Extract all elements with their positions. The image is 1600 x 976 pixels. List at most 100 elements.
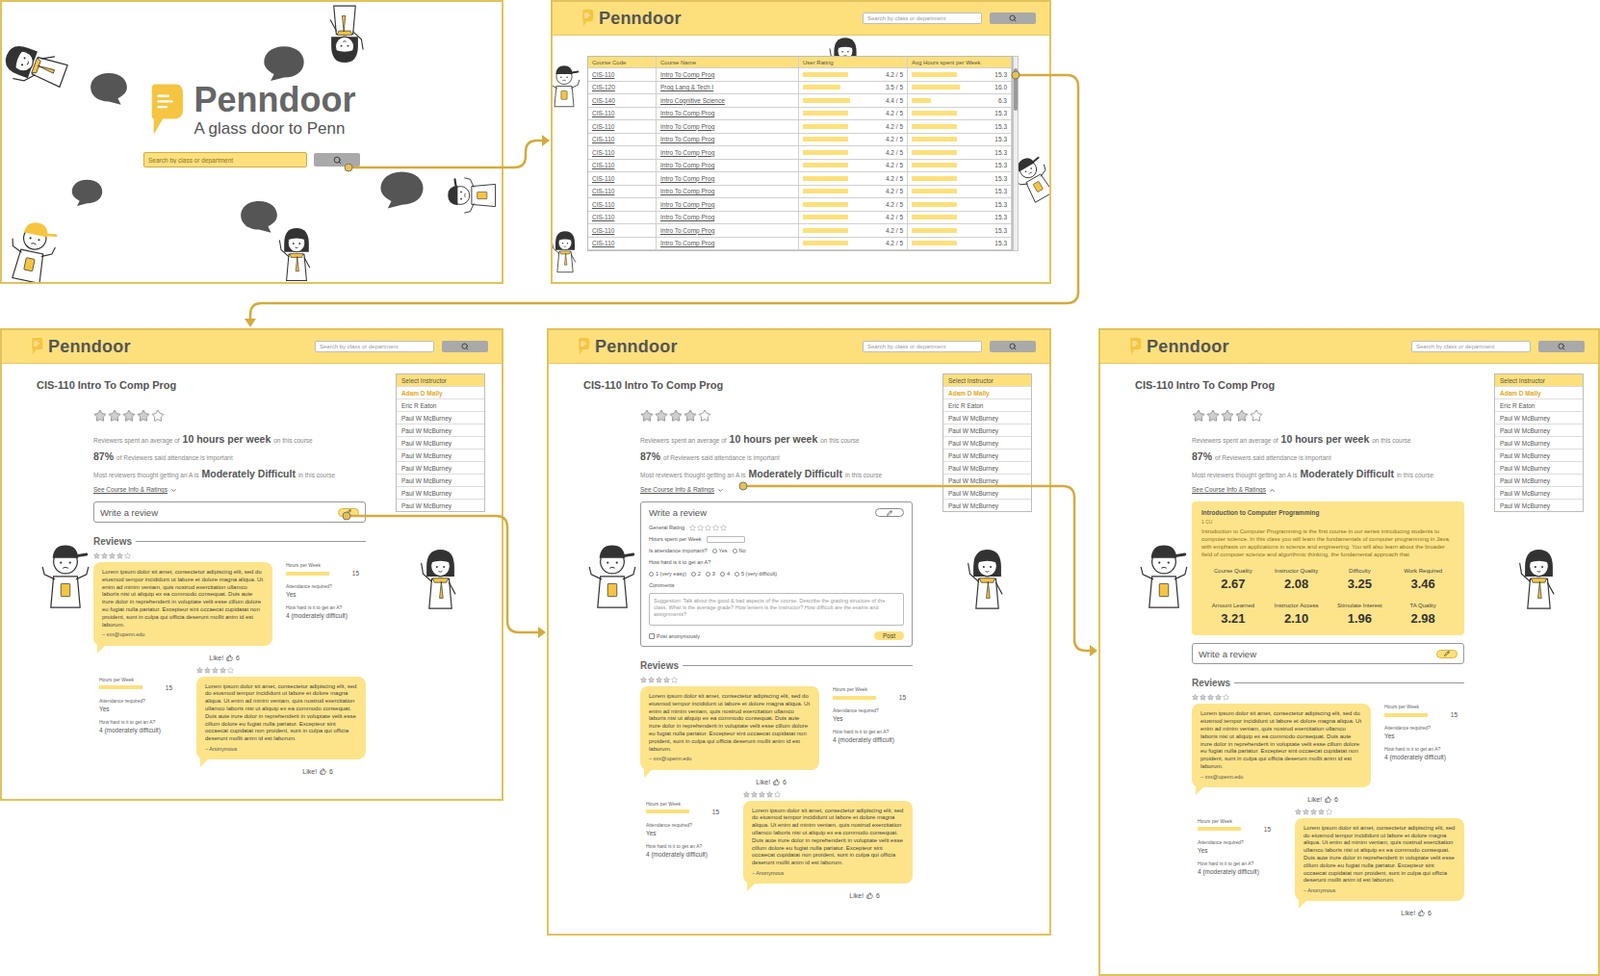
table-row[interactable]: CIS-120Prog Lang & Tech I3.5 / 516.0: [588, 81, 1012, 96]
table-row[interactable]: CIS-110Intro To Comp Prog4.2 / 515.3: [588, 68, 1012, 82]
table-row[interactable]: CIS-110Intro To Comp Prog4.2 / 515.3: [588, 185, 1012, 200]
instructor-item[interactable]: Eric R Eaton: [396, 398, 485, 412]
course-code-link[interactable]: CIS-110: [592, 187, 615, 195]
scrollbar[interactable]: [1012, 55, 1019, 252]
course-info-toggle[interactable]: See Course Info & Ratings: [93, 486, 178, 494]
course-name-link[interactable]: Intro To Comp Prog: [660, 109, 715, 117]
table-row[interactable]: CIS-110Intro To Comp Prog4.2 / 515.3: [588, 211, 1012, 226]
instructor-item[interactable]: Adam D Mally: [1495, 386, 1583, 399]
table-row[interactable]: CIS-110Intro To Comp Prog4.2 / 515.3: [588, 198, 1012, 212]
instructor-item[interactable]: Paul W McBurney: [943, 486, 1032, 499]
instructor-item[interactable]: Paul W McBurney: [1495, 411, 1583, 424]
instructor-item[interactable]: Paul W McBurney: [396, 486, 485, 499]
radio-option[interactable]: 4: [720, 570, 730, 577]
course-info-toggle[interactable]: See Course Info & Ratings: [640, 486, 724, 494]
landing-search-button[interactable]: [313, 153, 361, 167]
edit-button[interactable]: [1436, 649, 1458, 659]
instructor-item[interactable]: Eric R Eaton: [943, 398, 1032, 412]
instructor-item[interactable]: Paul W McBurney: [396, 473, 485, 487]
logo[interactable]: Penndoor: [581, 8, 682, 29]
search-field[interactable]: [314, 340, 435, 353]
table-row[interactable]: CIS-110Intro To Comp Prog4.2 / 515.3: [588, 159, 1012, 174]
like-button[interactable]: Like!6: [1191, 796, 1371, 803]
like-button[interactable]: Like!6: [640, 778, 820, 786]
like-button[interactable]: Like!6: [1294, 909, 1465, 917]
scrollbar-thumb[interactable]: [1013, 68, 1018, 111]
radio-option[interactable]: 5 (very difficult): [734, 570, 777, 577]
course-name-link[interactable]: Intro To Comp Prog: [660, 187, 715, 195]
course-code-link[interactable]: CIS-110: [592, 213, 615, 221]
instructor-item[interactable]: Paul W McBurney: [1495, 436, 1583, 449]
course-name-link[interactable]: Intro To Comp Prog: [660, 175, 715, 182]
search-button[interactable]: [1538, 340, 1585, 353]
table-row[interactable]: CIS-110Intro To Comp Prog4.2 / 515.3: [588, 224, 1012, 238]
search-button[interactable]: [989, 340, 1036, 353]
course-code-link[interactable]: CIS-110: [592, 71, 615, 78]
course-name-link[interactable]: Intro To Comp Prog: [660, 239, 715, 247]
edit-button[interactable]: [337, 508, 360, 517]
column-header[interactable]: Avg Hours spent per Week: [907, 56, 1012, 68]
radio-option[interactable]: 2: [691, 570, 701, 577]
course-code-link[interactable]: CIS-110: [592, 175, 615, 182]
instructor-item[interactable]: Paul W McBurney: [396, 498, 485, 512]
course-name-link[interactable]: Intro To Comp Prog: [660, 71, 715, 78]
radio-option[interactable]: 3: [705, 570, 716, 577]
course-name-link[interactable]: Intro Cognitive Science: [660, 97, 725, 104]
table-row[interactable]: CIS-110Intro To Comp Prog4.2 / 515.3: [588, 107, 1012, 122]
like-button[interactable]: Like!6: [743, 892, 913, 900]
table-row[interactable]: CIS-110Intro To Comp Prog4.2 / 515.3: [588, 146, 1012, 160]
course-name-link[interactable]: Prog Lang & Tech I: [660, 83, 714, 91]
column-header[interactable]: Course Code: [588, 56, 657, 68]
course-code-link[interactable]: CIS-110: [592, 239, 615, 247]
search-button[interactable]: [441, 340, 489, 353]
instructor-item[interactable]: Paul W McBurney: [396, 461, 485, 474]
anonymous-checkbox[interactable]: Post anonymously: [648, 633, 700, 640]
instructor-item[interactable]: Paul W McBurney: [1495, 448, 1583, 462]
instructor-item[interactable]: Paul W McBurney: [943, 423, 1032, 437]
course-name-link[interactable]: Intro To Comp Prog: [660, 161, 715, 169]
write-review-box[interactable]: Write a review: [1191, 643, 1465, 665]
course-code-link[interactable]: CIS-110: [592, 109, 615, 117]
course-code-link[interactable]: CIS-140: [592, 97, 616, 104]
course-code-link[interactable]: CIS-110: [592, 149, 615, 156]
write-review-box[interactable]: Write a review: [93, 501, 366, 523]
instructor-item[interactable]: Adam D Mally: [396, 386, 485, 399]
search-button[interactable]: [989, 12, 1036, 25]
table-row[interactable]: CIS-110Intro To Comp Prog4.2 / 515.3: [588, 237, 1012, 252]
course-code-link[interactable]: CIS-110: [592, 161, 615, 169]
instructor-item[interactable]: Paul W McBurney: [1495, 473, 1583, 487]
course-code-link[interactable]: CIS-110: [592, 227, 615, 234]
radio-option[interactable]: No: [732, 547, 747, 554]
logo[interactable]: Penndoor: [30, 336, 131, 358]
course-code-link[interactable]: CIS-120: [592, 83, 616, 91]
instructor-item[interactable]: Paul W McBurney: [943, 498, 1032, 512]
instructor-item[interactable]: Paul W McBurney: [943, 448, 1032, 462]
course-name-link[interactable]: Intro To Comp Prog: [660, 135, 715, 143]
instructor-item[interactable]: Paul W McBurney: [1495, 461, 1583, 474]
instructor-item[interactable]: Paul W McBurney: [1495, 423, 1583, 437]
instructor-item[interactable]: Paul W McBurney: [943, 436, 1032, 449]
instructor-item[interactable]: Paul W McBurney: [396, 411, 485, 424]
course-name-link[interactable]: Intro To Comp Prog: [660, 213, 715, 221]
logo[interactable]: Penndoor: [1129, 336, 1230, 358]
column-header[interactable]: User Rating: [799, 56, 908, 68]
landing-search-field[interactable]: [143, 152, 308, 168]
table-row[interactable]: CIS-110Intro To Comp Prog4.2 / 515.3: [588, 172, 1012, 186]
instructor-item[interactable]: Paul W McBurney: [1495, 486, 1583, 499]
instructor-item[interactable]: Paul W McBurney: [943, 461, 1032, 474]
table-row[interactable]: CIS-110Intro To Comp Prog4.2 / 515.3: [588, 120, 1012, 134]
like-button[interactable]: Like!6: [196, 768, 366, 775]
column-header[interactable]: Course Name: [656, 56, 800, 68]
like-button[interactable]: Like!6: [93, 654, 273, 662]
course-code-link[interactable]: CIS-110: [592, 123, 615, 130]
table-row[interactable]: CIS-140Intro Cognitive Science4.4 / 56.3: [588, 94, 1012, 108]
instructor-item[interactable]: Eric R Eaton: [1495, 398, 1583, 412]
comments-textarea[interactable]: [648, 593, 904, 626]
course-info-toggle[interactable]: See Course Info & Ratings: [1191, 486, 1276, 494]
radio-option[interactable]: Yes: [712, 547, 728, 554]
search-field[interactable]: [862, 12, 982, 25]
instructor-item[interactable]: Paul W McBurney: [396, 436, 485, 449]
instructor-item[interactable]: Adam D Mally: [943, 386, 1032, 399]
instructor-item[interactable]: Paul W McBurney: [943, 411, 1032, 424]
search-field[interactable]: [1411, 340, 1531, 353]
